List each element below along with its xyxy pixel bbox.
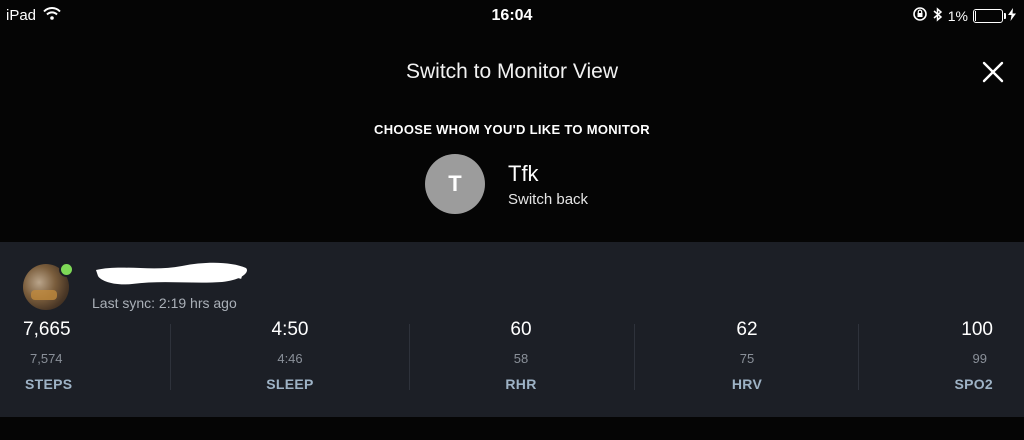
monitor-panel[interactable]: Last sync: 2:19 hrs ago 7,665 7,574 STEP… <box>0 242 1024 417</box>
metric-label: SPO2 <box>954 376 993 392</box>
metric-divider <box>170 324 171 390</box>
metric-spo2[interactable]: 100 99 SPO2 <box>858 319 993 392</box>
bluetooth-icon <box>933 6 943 25</box>
metric-previous: 7,574 <box>30 351 63 366</box>
status-right: 1% <box>907 6 1016 25</box>
metric-label: SLEEP <box>266 376 314 392</box>
switch-back-link[interactable]: Switch back <box>508 191 588 208</box>
page-title: Switch to Monitor View <box>405 60 619 83</box>
metric-steps[interactable]: 7,665 7,574 STEPS <box>23 319 163 392</box>
metric-previous: 58 <box>513 351 529 366</box>
charging-icon <box>1008 7 1016 24</box>
metric-divider <box>409 324 410 390</box>
account-name: Tfk <box>508 160 539 186</box>
battery-icon <box>973 8 1006 23</box>
battery-percent: 1% <box>947 7 968 24</box>
rotation-lock-icon <box>912 6 928 25</box>
metric-sleep[interactable]: 4:50 4:46 SLEEP <box>220 319 360 392</box>
metric-divider <box>634 324 635 390</box>
metric-value: 7,665 <box>23 319 71 340</box>
switch-back-account[interactable]: T Tfk Switch back <box>425 154 588 214</box>
metric-value: 60 <box>510 319 532 340</box>
status-time: 16:04 <box>491 7 533 24</box>
metric-value: 62 <box>736 319 758 340</box>
metric-divider <box>858 324 859 390</box>
redacted-name <box>96 262 247 285</box>
metric-hrv[interactable]: 62 75 HRV <box>677 319 817 392</box>
metric-rhr[interactable]: 60 58 RHR <box>451 319 591 392</box>
account-meta: Tfk Switch back <box>508 161 588 208</box>
metric-previous: 4:46 <box>277 351 303 366</box>
status-bar: iPad 16:04 1% <box>0 0 1024 34</box>
close-icon <box>982 61 1004 83</box>
metric-value: 4:50 <box>271 319 309 340</box>
metric-value: 100 <box>961 319 993 340</box>
metric-label: HRV <box>731 376 763 392</box>
account-avatar: T <box>425 154 485 214</box>
metric-previous: 75 <box>739 351 755 366</box>
online-status-dot <box>59 262 74 277</box>
close-button[interactable] <box>980 59 1006 85</box>
section-heading: CHOOSE WHOM YOU'D LIKE TO MONITOR <box>374 122 650 137</box>
metrics-row: 7,665 7,574 STEPS 4:50 4:46 SLEEP 60 58 … <box>0 319 1024 399</box>
metric-label: RHR <box>505 376 537 392</box>
metric-label: STEPS <box>25 376 73 392</box>
metric-previous: 99 <box>972 351 987 366</box>
last-sync-text: Last sync: 2:19 hrs ago <box>92 295 237 311</box>
